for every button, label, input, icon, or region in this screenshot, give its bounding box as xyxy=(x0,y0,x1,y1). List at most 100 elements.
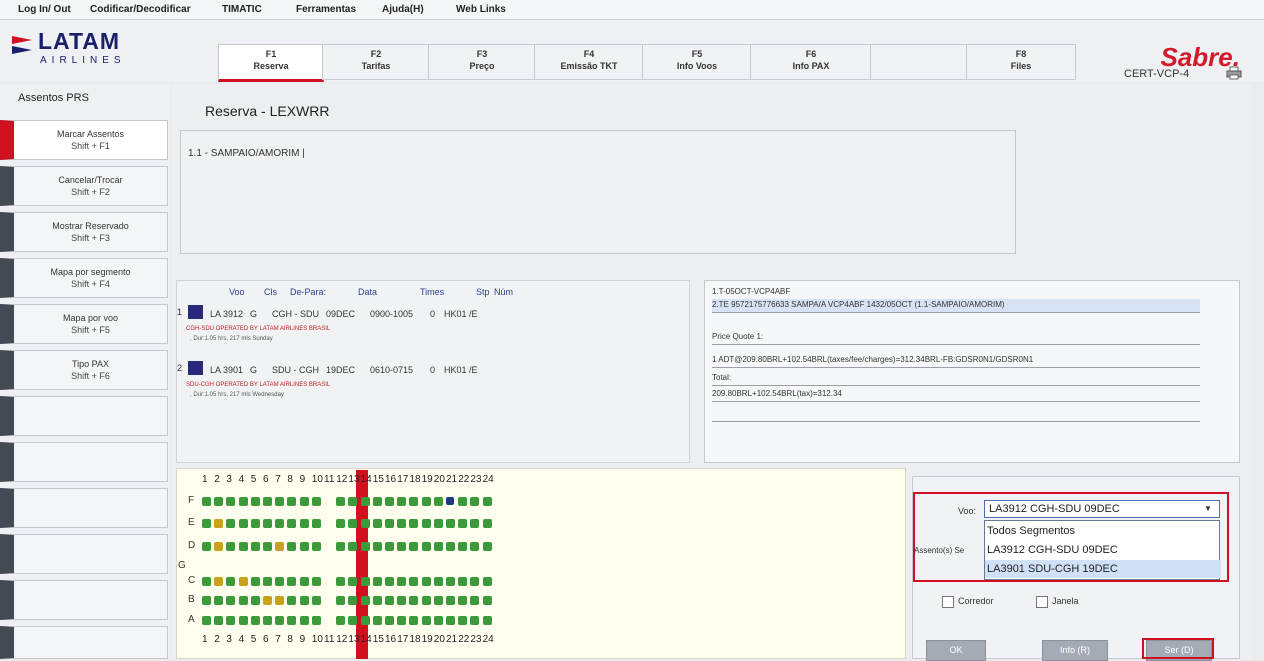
sidebar-item-mapa-segmento[interactable]: Mapa por segmento Shift + F4 xyxy=(0,258,168,298)
seat[interactable] xyxy=(409,616,419,625)
seat[interactable] xyxy=(433,596,443,605)
seat[interactable] xyxy=(311,542,321,551)
seat[interactable] xyxy=(433,577,443,586)
seat[interactable] xyxy=(263,542,272,551)
seat[interactable] xyxy=(385,596,394,605)
seat[interactable] xyxy=(299,596,309,605)
sidebar-item-mostrar-reservado[interactable]: Mostrar Reservado Shift + F3 xyxy=(0,212,168,252)
menu-timatic[interactable]: TIMATIC xyxy=(222,4,262,15)
seat[interactable] xyxy=(263,519,272,528)
voo-select[interactable]: LA3912 CGH-SDU 09DEC xyxy=(984,500,1220,518)
seat[interactable] xyxy=(397,596,407,605)
sidebar-item-empty-3[interactable] xyxy=(0,488,168,528)
seat[interactable] xyxy=(372,519,382,528)
seat[interactable] xyxy=(250,497,260,506)
seat[interactable] xyxy=(336,519,346,528)
seat[interactable] xyxy=(397,577,407,586)
print-icon[interactable] xyxy=(1226,66,1242,80)
seat[interactable] xyxy=(311,577,321,586)
seat[interactable] xyxy=(360,542,370,551)
menu-codificar[interactable]: Codificar/Decodificar xyxy=(90,4,191,15)
seat[interactable] xyxy=(446,577,455,586)
seat[interactable] xyxy=(287,596,297,605)
corredor-checkbox[interactable] xyxy=(942,596,954,608)
seat[interactable] xyxy=(397,542,407,551)
seat[interactable] xyxy=(385,497,394,506)
seat[interactable] xyxy=(470,616,480,625)
seat[interactable] xyxy=(311,497,321,506)
seat[interactable] xyxy=(238,596,248,605)
seat[interactable] xyxy=(299,497,309,506)
janela-checkbox[interactable] xyxy=(1036,596,1048,608)
sidebar-item-marcar-assentos[interactable]: Marcar Assentos Shift + F1 xyxy=(0,120,168,160)
seat[interactable] xyxy=(482,616,492,625)
tab-empty[interactable] xyxy=(870,44,968,80)
info-button[interactable]: Info (R) xyxy=(1042,640,1108,661)
seat[interactable] xyxy=(250,577,260,586)
seat[interactable] xyxy=(397,519,407,528)
sidebar-item-empty-2[interactable] xyxy=(0,442,168,482)
seat[interactable] xyxy=(372,596,382,605)
seat[interactable] xyxy=(482,542,492,551)
seat[interactable] xyxy=(348,616,358,625)
seat[interactable] xyxy=(421,616,431,625)
tab-tarifas[interactable]: F2 Tarifas xyxy=(322,44,430,80)
sidebar-item-empty-1[interactable] xyxy=(0,396,168,436)
seat[interactable] xyxy=(421,577,431,586)
seat[interactable] xyxy=(421,497,431,506)
seat[interactable] xyxy=(446,497,454,505)
seat[interactable] xyxy=(421,596,431,605)
seat[interactable] xyxy=(311,596,321,605)
seat[interactable] xyxy=(263,596,272,605)
seat[interactable] xyxy=(409,542,419,551)
seat[interactable] xyxy=(263,577,272,586)
sidebar-item-mapa-voo[interactable]: Mapa por voo Shift + F5 xyxy=(0,304,168,344)
seat[interactable] xyxy=(433,542,443,551)
menu-web-links[interactable]: Web Links xyxy=(456,4,506,15)
seat[interactable] xyxy=(202,596,211,605)
voo-option-todos[interactable]: Todos Segmentos xyxy=(985,522,1221,540)
tab-files[interactable]: F8 Files xyxy=(966,44,1076,80)
pnr-display[interactable] xyxy=(180,130,1016,254)
seat[interactable] xyxy=(446,542,455,551)
seat[interactable] xyxy=(470,596,480,605)
seat[interactable] xyxy=(250,542,260,551)
seat[interactable] xyxy=(385,519,394,528)
seat[interactable] xyxy=(287,577,297,586)
seat[interactable] xyxy=(433,616,443,625)
seat[interactable] xyxy=(458,519,468,528)
sidebar-item-empty-6[interactable] xyxy=(0,626,168,659)
seat[interactable] xyxy=(275,542,285,551)
tab-info-voos[interactable]: F5 Info Voos xyxy=(642,44,752,80)
seat[interactable] xyxy=(360,596,370,605)
seat[interactable] xyxy=(238,616,248,625)
seat[interactable] xyxy=(458,497,468,506)
chevron-down-icon[interactable]: ▼ xyxy=(1204,504,1214,514)
seat[interactable] xyxy=(311,519,321,528)
seat[interactable] xyxy=(336,577,346,586)
seat[interactable] xyxy=(299,519,309,528)
seat[interactable] xyxy=(409,577,419,586)
seat[interactable] xyxy=(372,616,382,625)
seat[interactable] xyxy=(214,519,224,528)
seat[interactable] xyxy=(433,519,443,528)
seat[interactable] xyxy=(385,616,394,625)
seat[interactable] xyxy=(299,542,309,551)
seat[interactable] xyxy=(348,519,358,528)
pq-ticket-number-line[interactable]: 2.TE 9572175776633 SAMPA/A VCP4ABF 1432/… xyxy=(712,299,1200,313)
seat[interactable] xyxy=(311,616,321,625)
seat[interactable] xyxy=(202,542,211,551)
seat[interactable] xyxy=(226,616,236,625)
seat[interactable] xyxy=(397,616,407,625)
seat[interactable] xyxy=(409,519,419,528)
seat[interactable] xyxy=(458,577,468,586)
seat[interactable] xyxy=(336,596,346,605)
seat[interactable] xyxy=(409,497,419,506)
tab-info-pax[interactable]: F6 Info PAX xyxy=(750,44,872,80)
seat[interactable] xyxy=(226,596,236,605)
seat[interactable] xyxy=(238,519,248,528)
seat[interactable] xyxy=(421,519,431,528)
seat[interactable] xyxy=(214,542,224,551)
seat[interactable] xyxy=(348,596,358,605)
seat[interactable] xyxy=(214,616,224,625)
